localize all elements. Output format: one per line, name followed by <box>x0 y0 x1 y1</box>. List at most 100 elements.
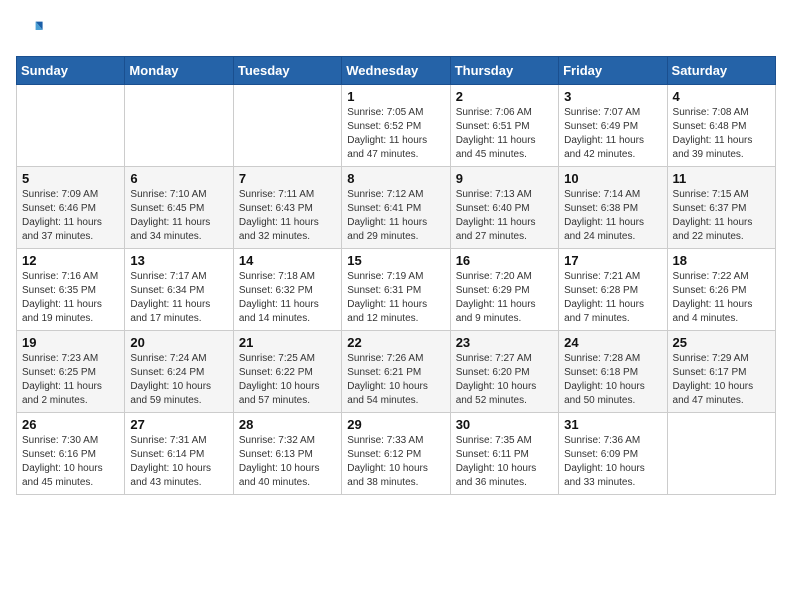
day-number: 2 <box>456 89 553 104</box>
day-detail: Sunrise: 7:17 AM Sunset: 6:34 PM Dayligh… <box>130 270 227 326</box>
calendar-cell: 25Sunrise: 7:29 AM Sunset: 6:17 PM Dayli… <box>667 331 775 413</box>
calendar-cell: 11 Sunrise: 7:15 AM Sunset: 6:37 PM Dayli… <box>667 167 775 249</box>
calendar-week-5: 26 Sunrise: 7:30 AM Sunset: 6:16 PM Dayli… <box>17 413 776 495</box>
day-detail: Sunrise: 7:19 AM Sunset: 6:31 PM Dayligh… <box>347 270 444 326</box>
day-number: 21 <box>239 335 336 350</box>
day-detail: Sunrise: 7:31 AM Sunset: 6:14 PM Dayligh… <box>130 434 227 490</box>
day-number: 3 <box>564 89 661 104</box>
day-detail: Sunrise: 7:32 AM Sunset: 6:13 PM Dayligh… <box>239 434 336 490</box>
day-number: 23 <box>456 335 553 350</box>
day-header-friday: Friday <box>559 57 667 85</box>
calendar-cell: 26 Sunrise: 7:30 AM Sunset: 6:16 PM Dayli… <box>17 413 125 495</box>
calendar-cell: 28 Sunrise: 7:32 AM Sunset: 6:13 PM Dayli… <box>233 413 341 495</box>
day-header-sunday: Sunday <box>17 57 125 85</box>
day-number: 6 <box>130 171 227 186</box>
calendar-cell: 15 Sunrise: 7:19 AM Sunset: 6:31 PM Dayli… <box>342 249 450 331</box>
day-number: 30 <box>456 417 553 432</box>
day-number: 12 <box>22 253 119 268</box>
day-number: 8 <box>347 171 444 186</box>
day-number: 13 <box>130 253 227 268</box>
day-number: 27 <box>130 417 227 432</box>
day-number: 9 <box>456 171 553 186</box>
day-detail: Sunrise: 7:27 AM Sunset: 6:20 PM Dayligh… <box>456 352 553 408</box>
calendar-week-1: 1 Sunrise: 7:05 AM Sunset: 6:52 PM Daylig… <box>17 85 776 167</box>
calendar-cell: 4 Sunrise: 7:08 AM Sunset: 6:48 PM Daylig… <box>667 85 775 167</box>
day-detail: Sunrise: 7:28 AM Sunset: 6:18 PM Dayligh… <box>564 352 661 408</box>
day-number: 7 <box>239 171 336 186</box>
day-detail: Sunrise: 7:24 AM Sunset: 6:24 PM Dayligh… <box>130 352 227 408</box>
day-number: 10 <box>564 171 661 186</box>
calendar-cell: 30 Sunrise: 7:35 AM Sunset: 6:11 PM Dayli… <box>450 413 558 495</box>
day-detail: Sunrise: 7:11 AM Sunset: 6:43 PM Dayligh… <box>239 188 336 244</box>
day-detail: Sunrise: 7:25 AM Sunset: 6:22 PM Dayligh… <box>239 352 336 408</box>
day-number: 20 <box>130 335 227 350</box>
calendar-cell: 1 Sunrise: 7:05 AM Sunset: 6:52 PM Daylig… <box>342 85 450 167</box>
day-detail: Sunrise: 7:10 AM Sunset: 6:45 PM Dayligh… <box>130 188 227 244</box>
day-number: 28 <box>239 417 336 432</box>
day-detail: Sunrise: 7:14 AM Sunset: 6:38 PM Dayligh… <box>564 188 661 244</box>
calendar-cell: 27 Sunrise: 7:31 AM Sunset: 6:14 PM Dayli… <box>125 413 233 495</box>
day-detail: Sunrise: 7:22 AM Sunset: 6:26 PM Dayligh… <box>673 270 770 326</box>
calendar-cell: 8Sunrise: 7:12 AM Sunset: 6:41 PM Daylig… <box>342 167 450 249</box>
calendar-cell: 24 Sunrise: 7:28 AM Sunset: 6:18 PM Dayli… <box>559 331 667 413</box>
calendar-cell: 18Sunrise: 7:22 AM Sunset: 6:26 PM Dayli… <box>667 249 775 331</box>
day-header-saturday: Saturday <box>667 57 775 85</box>
calendar-cell: 19 Sunrise: 7:23 AM Sunset: 6:25 PM Dayli… <box>17 331 125 413</box>
calendar-cell: 10 Sunrise: 7:14 AM Sunset: 6:38 PM Dayli… <box>559 167 667 249</box>
calendar-cell: 12 Sunrise: 7:16 AM Sunset: 6:35 PM Dayli… <box>17 249 125 331</box>
calendar-week-3: 12 Sunrise: 7:16 AM Sunset: 6:35 PM Dayli… <box>17 249 776 331</box>
day-number: 11 <box>673 171 770 186</box>
day-number: 26 <box>22 417 119 432</box>
calendar-week-2: 5Sunrise: 7:09 AM Sunset: 6:46 PM Daylig… <box>17 167 776 249</box>
day-number: 19 <box>22 335 119 350</box>
day-header-tuesday: Tuesday <box>233 57 341 85</box>
calendar-cell: 16Sunrise: 7:20 AM Sunset: 6:29 PM Dayli… <box>450 249 558 331</box>
calendar-cell: 9Sunrise: 7:13 AM Sunset: 6:40 PM Daylig… <box>450 167 558 249</box>
day-header-thursday: Thursday <box>450 57 558 85</box>
calendar-cell <box>233 85 341 167</box>
day-detail: Sunrise: 7:18 AM Sunset: 6:32 PM Dayligh… <box>239 270 336 326</box>
calendar-cell: 21 Sunrise: 7:25 AM Sunset: 6:22 PM Dayli… <box>233 331 341 413</box>
calendar-cell: 2 Sunrise: 7:06 AM Sunset: 6:51 PM Daylig… <box>450 85 558 167</box>
calendar-cell: 31 Sunrise: 7:36 AM Sunset: 6:09 PM Dayli… <box>559 413 667 495</box>
calendar-cell <box>125 85 233 167</box>
day-number: 31 <box>564 417 661 432</box>
day-number: 29 <box>347 417 444 432</box>
day-number: 25 <box>673 335 770 350</box>
day-number: 1 <box>347 89 444 104</box>
day-detail: Sunrise: 7:21 AM Sunset: 6:28 PM Dayligh… <box>564 270 661 326</box>
calendar-cell: 23 Sunrise: 7:27 AM Sunset: 6:20 PM Dayli… <box>450 331 558 413</box>
day-number: 14 <box>239 253 336 268</box>
day-header-monday: Monday <box>125 57 233 85</box>
calendar-cell: 6 Sunrise: 7:10 AM Sunset: 6:45 PM Daylig… <box>125 167 233 249</box>
day-detail: Sunrise: 7:06 AM Sunset: 6:51 PM Dayligh… <box>456 106 553 162</box>
day-detail: Sunrise: 7:05 AM Sunset: 6:52 PM Dayligh… <box>347 106 444 162</box>
calendar-table: SundayMondayTuesdayWednesdayThursdayFrid… <box>16 56 776 495</box>
day-number: 17 <box>564 253 661 268</box>
day-detail: Sunrise: 7:23 AM Sunset: 6:25 PM Dayligh… <box>22 352 119 408</box>
day-number: 24 <box>564 335 661 350</box>
day-detail: Sunrise: 7:16 AM Sunset: 6:35 PM Dayligh… <box>22 270 119 326</box>
calendar-cell <box>17 85 125 167</box>
day-detail: Sunrise: 7:07 AM Sunset: 6:49 PM Dayligh… <box>564 106 661 162</box>
day-number: 4 <box>673 89 770 104</box>
calendar-cell: 29 Sunrise: 7:33 AM Sunset: 6:12 PM Dayli… <box>342 413 450 495</box>
day-detail: Sunrise: 7:15 AM Sunset: 6:37 PM Dayligh… <box>673 188 770 244</box>
day-detail: Sunrise: 7:36 AM Sunset: 6:09 PM Dayligh… <box>564 434 661 490</box>
day-detail: Sunrise: 7:35 AM Sunset: 6:11 PM Dayligh… <box>456 434 553 490</box>
logo <box>16 16 48 44</box>
calendar-cell: 14 Sunrise: 7:18 AM Sunset: 6:32 PM Dayli… <box>233 249 341 331</box>
day-detail: Sunrise: 7:30 AM Sunset: 6:16 PM Dayligh… <box>22 434 119 490</box>
day-header-wednesday: Wednesday <box>342 57 450 85</box>
calendar-cell: 3 Sunrise: 7:07 AM Sunset: 6:49 PM Daylig… <box>559 85 667 167</box>
logo-icon <box>16 16 44 44</box>
day-detail: Sunrise: 7:09 AM Sunset: 6:46 PM Dayligh… <box>22 188 119 244</box>
calendar-header-row: SundayMondayTuesdayWednesdayThursdayFrid… <box>17 57 776 85</box>
day-detail: Sunrise: 7:33 AM Sunset: 6:12 PM Dayligh… <box>347 434 444 490</box>
day-number: 22 <box>347 335 444 350</box>
calendar-cell: 17 Sunrise: 7:21 AM Sunset: 6:28 PM Dayli… <box>559 249 667 331</box>
day-detail: Sunrise: 7:08 AM Sunset: 6:48 PM Dayligh… <box>673 106 770 162</box>
calendar-cell: 20 Sunrise: 7:24 AM Sunset: 6:24 PM Dayli… <box>125 331 233 413</box>
day-number: 15 <box>347 253 444 268</box>
page-header <box>16 16 776 44</box>
